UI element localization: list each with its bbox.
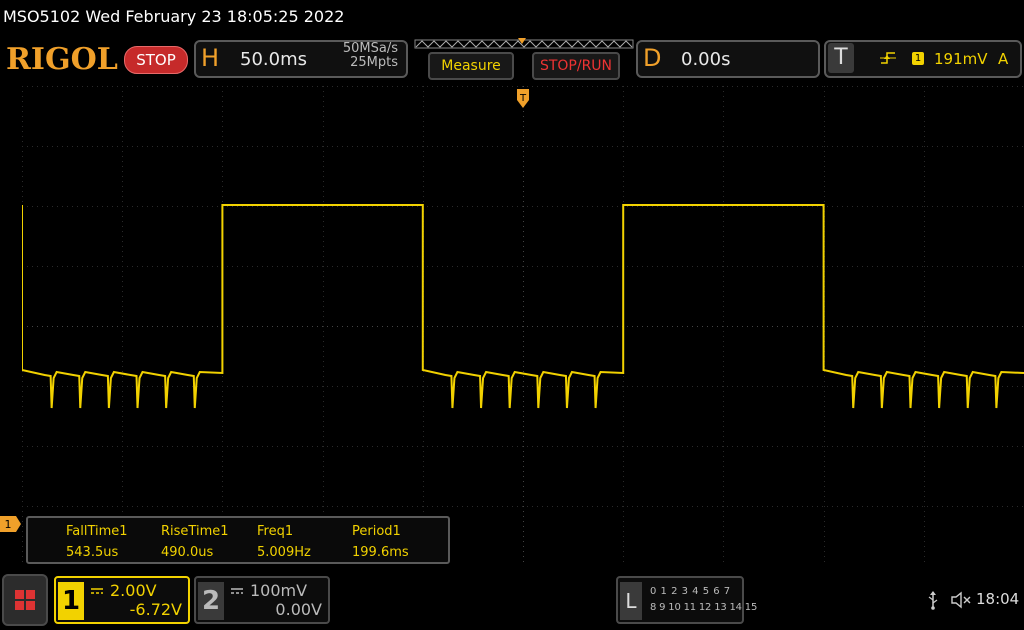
graticule: [22, 86, 1024, 566]
measurement-value: 490.0us: [161, 545, 214, 560]
channel1-ground-marker[interactable]: 1: [0, 515, 22, 533]
channel2-number: 2: [198, 582, 224, 620]
measurement-label: Freq1: [257, 524, 294, 539]
measurement-label: FallTime1: [66, 524, 128, 539]
speaker-muted-icon[interactable]: [950, 590, 972, 610]
ruler-trigger-marker: [518, 38, 526, 44]
measurement-label: RiseTime1: [161, 524, 229, 539]
channel1-number: 1: [58, 582, 84, 620]
trigger-level: 191mV: [934, 50, 988, 68]
measurement-panel: FallTime1 543.5us RiseTime1 490.0us Freq…: [26, 516, 450, 564]
title-bar: MSO5102 Wed February 23 18:05:25 2022: [0, 0, 1024, 34]
measure-button[interactable]: Measure: [428, 52, 514, 80]
trigger-letter: T: [828, 43, 854, 73]
dc-coupling-icon: [91, 588, 103, 594]
clock: 18:04: [976, 590, 1020, 608]
main-menu-button[interactable]: [2, 574, 48, 626]
channel1-scale: 2.00V: [110, 581, 157, 600]
memory-ruler: [414, 38, 634, 49]
measurement-value: 199.6ms: [352, 545, 409, 560]
title-text: MSO5102 Wed February 23 18:05:25 2022: [3, 7, 345, 26]
usb-icon: [928, 591, 938, 610]
channel2-scale: 100mV: [250, 581, 308, 600]
digital-channels-row2: 8 9 10 11 12 13 14 15: [650, 602, 758, 613]
trigger-position-marker[interactable]: T: [516, 88, 530, 110]
horizontal-letter: H: [201, 44, 220, 72]
measurement-value: 5.009Hz: [257, 545, 311, 560]
run-state-badge[interactable]: STOP: [124, 46, 188, 74]
acquisition-info: 50MSa/s 25Mpts: [320, 42, 398, 70]
measurement-label: Period1: [352, 524, 401, 539]
channel1-offset: -6.72V: [129, 600, 182, 619]
timebase-value: 50.0ms: [240, 49, 307, 70]
stop-run-button[interactable]: STOP/RUN: [532, 52, 620, 80]
svg-text:1: 1: [5, 518, 12, 531]
svg-text:T: T: [519, 93, 527, 104]
channel2-offset: 0.00V: [275, 600, 322, 619]
trigger-source: 1: [912, 52, 924, 65]
rigol-logo: RIGOL: [6, 42, 118, 77]
grid-menu-icon: [15, 590, 35, 610]
logic-analyzer-letter: L: [620, 582, 642, 620]
trigger-mode: A: [998, 50, 1009, 68]
rising-edge-icon: [880, 52, 896, 64]
sample-rate: 50MSa/s: [342, 41, 398, 56]
delay-letter: D: [643, 44, 662, 72]
delay-value: 0.00s: [681, 49, 731, 70]
dc-coupling-icon: [231, 588, 243, 594]
digital-channels-row1: 0 1 2 3 4 5 6 7: [650, 586, 731, 597]
memory-depth: 25Mpts: [350, 55, 398, 70]
measurement-value: 543.5us: [66, 545, 119, 560]
waveform-display[interactable]: [22, 86, 1024, 566]
